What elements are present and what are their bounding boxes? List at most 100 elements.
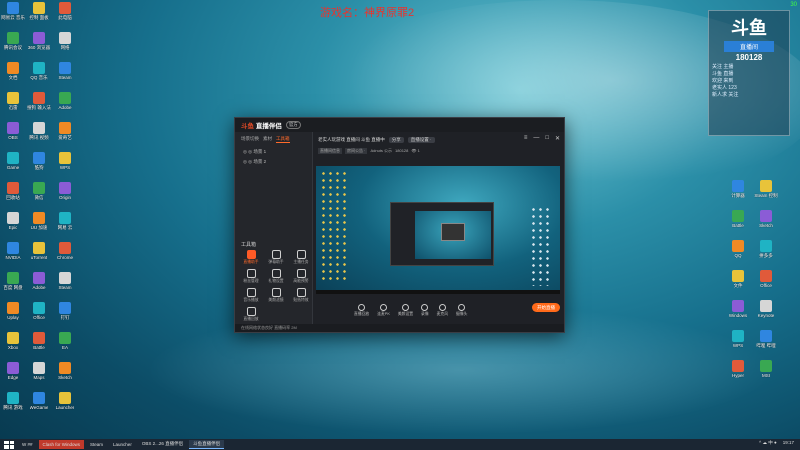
desktop-icon[interactable]: Epic [0,212,26,237]
desktop-icon[interactable]: 迅雷 [0,92,26,117]
desktop-icon[interactable]: 网易 云 [52,212,78,237]
desktop-icon[interactable]: 搜狗 输入法 [26,92,52,117]
desktop-icon[interactable]: 腾讯 视频 [26,122,52,147]
desktop-icon[interactable]: 拼多多 [753,240,779,265]
desktop-icon[interactable]: Keynote [753,300,779,325]
desktop-icon[interactable]: 钉钉 [52,302,78,327]
share-chip[interactable]: 分享 [388,137,404,143]
tool-item[interactable]: 音乐播放 [239,288,263,303]
desktop-icon[interactable]: 哔哩 哔哩 [753,330,779,355]
taskbar-item[interactable]: W ## [18,440,37,449]
stream-preview[interactable] [316,166,560,294]
desktop-icon[interactable]: WeGame [26,392,52,417]
desktop-icon[interactable]: 文档 [0,62,26,87]
desktop-icon[interactable]: Office [26,302,52,327]
taskbar-item[interactable]: Clash for Windows [38,440,85,449]
scene-item[interactable]: ◎ ◎ 场景 1 [235,147,312,157]
tool-item[interactable]: 粉丝管理 [239,269,263,284]
start-live-button[interactable]: 开始直播 [532,303,560,312]
desktop-icon[interactable]: Game [0,152,26,177]
sub-chip[interactable]: 房间公告 · [345,148,368,154]
desktop-icon[interactable]: Origin [52,182,78,207]
tab-sources[interactable]: 素材 [263,136,272,143]
minimize-icon[interactable]: — [533,135,539,142]
desktop-icon[interactable]: 腾讯会议 [0,32,26,57]
desktop-icon[interactable]: OBS [0,122,26,147]
desktop-icon[interactable]: Battle [26,332,52,357]
desktop-icon[interactable]: 酷狗 [26,152,52,177]
tool-item[interactable]: 主播任务 [289,250,313,265]
tool-item[interactable]: 美颜滤镜 [264,288,288,303]
desktop-icon[interactable]: 爱奇艺 [52,122,78,147]
room-title[interactable]: 老实人玩游戏 直播间 斗鱼 直播中 [318,137,385,143]
settings-chip[interactable]: 直播设置 · [407,137,435,143]
tray-icons[interactable]: ^ ☁ 中 ● [759,440,777,446]
desktop-icon[interactable]: 百度 网盘 [0,272,26,297]
desktop-icon[interactable]: Sketch [753,210,779,235]
tool-item[interactable]: 直播助手 [239,250,263,265]
desktop-icon[interactable]: 腾讯 游戏 [0,392,26,417]
version-pill[interactable]: 官方 [285,121,301,129]
desktop-icon[interactable]: Sketch [52,362,78,387]
desktop-icon[interactable]: Steam [52,272,78,297]
maximize-icon[interactable]: □ [545,135,549,142]
tab-toolbox[interactable]: 工具箱 [276,136,290,143]
tab-scenes[interactable]: 场景切换 [241,136,259,143]
clock[interactable]: 19:17 [783,440,794,446]
desktop-icon[interactable]: Xbox [0,332,26,357]
desktop-icon[interactable]: 计算器 [725,180,751,205]
desktop-icon[interactable]: Hyper [725,360,751,385]
tool-item[interactable]: 贴纸特效 [289,288,313,303]
desktop-icon[interactable]: 网络 [52,32,78,57]
desktop-icon[interactable]: Edge [0,362,26,387]
desktop-icon[interactable]: Steam 控制 [753,180,779,205]
streaming-app-window[interactable]: 斗鱼 直播伴侣 官方 场景切换 素材 工具箱 ◎ ◎ 场景 1 ◎ ◎ 场景 2… [234,117,565,333]
control-button[interactable]: 麦克风 [437,303,448,317]
desktop-icon[interactable]: QQ 音乐 [26,62,52,87]
control-button[interactable]: 摄像头 [456,303,467,317]
desktop-icon[interactable]: Steam [52,62,78,87]
taskbar-item[interactable]: OBS 2...26 直播伴侣 [138,440,187,449]
desktop-icon[interactable]: UU 加速 [26,212,52,237]
taskbar-item[interactable]: 斗鱼直播伴侣 [189,440,225,449]
sub-chip[interactable]: 直播间信息 [318,148,342,154]
desktop-icon[interactable]: 网易云 音乐 [0,2,26,27]
tool-item[interactable]: 礼物设置 [264,269,288,284]
desktop-icon[interactable]: WPS [52,152,78,177]
desktop-icon[interactable]: MSI [753,360,779,385]
desktop-icon[interactable]: uTorrent [26,242,52,267]
desktop-icon[interactable]: Launcher [52,392,78,417]
desktop-icon[interactable]: QQ [725,240,751,265]
desktop-icon[interactable]: Office [753,270,779,295]
tool-item[interactable]: 直播回放 [239,307,263,322]
desktop-icon[interactable]: 微信 [26,182,52,207]
desktop-icon[interactable]: 文件 [725,270,751,295]
control-button[interactable]: 连麦PK [377,303,390,317]
desktop-icon[interactable]: NVIDIA [0,242,26,267]
app-title-bar[interactable]: 斗鱼 直播伴侣 官方 [235,118,564,132]
close-icon[interactable]: ✕ [555,135,560,142]
taskbar-item[interactable]: Steam [86,440,107,449]
tool-item[interactable]: 弹幕助手 [264,250,288,265]
desktop-icon[interactable]: Windows [725,300,751,325]
scene-item[interactable]: ◎ ◎ 场景 2 [235,157,312,167]
control-button[interactable]: 录像 [421,303,429,317]
desktop-icon[interactable]: Chrome [52,242,78,267]
desktop-icon[interactable]: Battle [725,210,751,235]
desktop-icon[interactable]: 控制 面板 [26,2,52,27]
control-button[interactable]: 美颜设置 [398,303,413,317]
desktop-icon[interactable]: 此电脑 [52,2,78,27]
desktop-icon[interactable]: Maps [26,362,52,387]
control-button[interactable]: 直播回放 [354,303,369,317]
desktop-icon[interactable]: EA [52,332,78,357]
tool-item[interactable]: 高能预警 [289,269,313,284]
windows-start-icon[interactable] [4,440,14,449]
menu-icon[interactable]: ≡ [524,135,528,142]
desktop-icon[interactable]: Uplay [0,302,26,327]
desktop-icon[interactable]: 360 浏览器 [26,32,52,57]
desktop-icon[interactable]: WPS [725,330,751,355]
desktop-icon[interactable]: 回收站 [0,182,26,207]
desktop-icon[interactable]: Adobe [52,92,78,117]
taskbar-item[interactable]: Launcher [109,440,136,449]
desktop-icon[interactable]: Adobe [26,272,52,297]
